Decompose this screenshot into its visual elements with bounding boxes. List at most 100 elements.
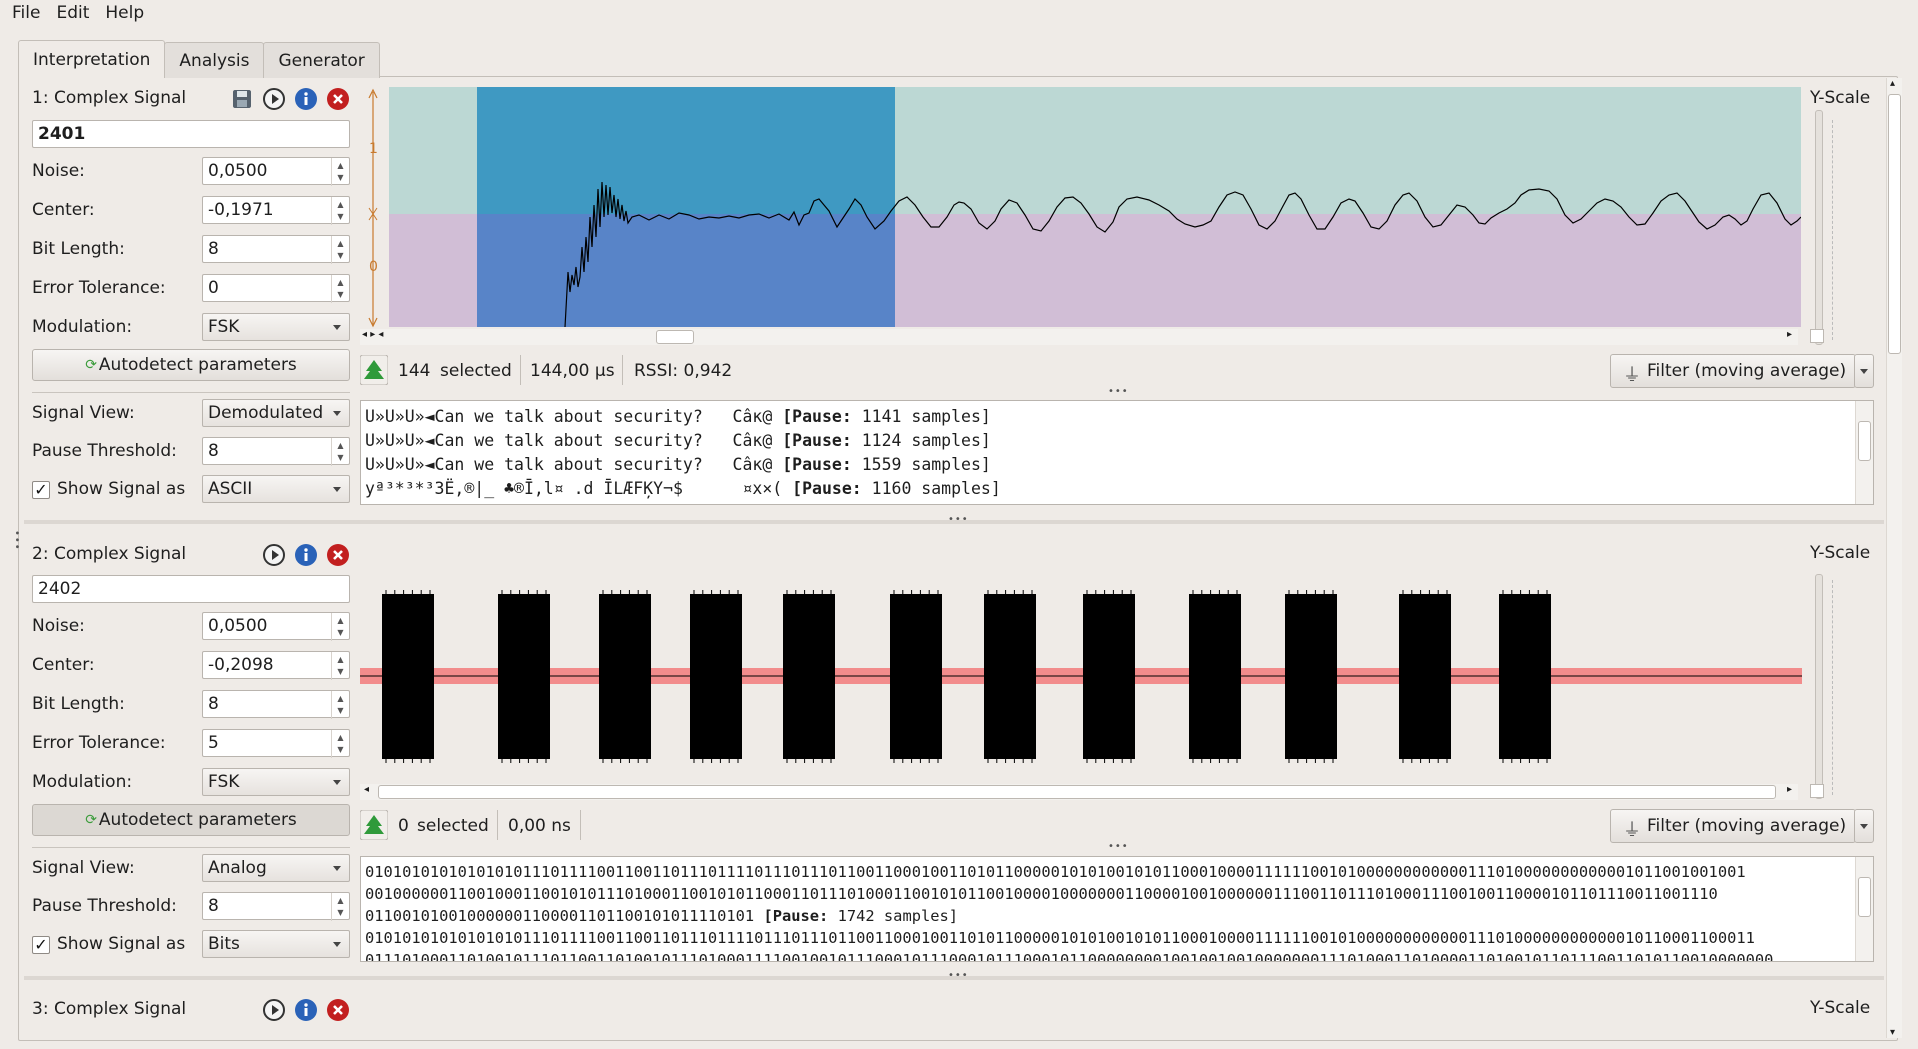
- play-icon[interactable]: [262, 543, 286, 567]
- filter-dropdown[interactable]: [1854, 809, 1874, 843]
- main-vertical-scrollbar[interactable]: ▴ ▾: [1886, 78, 1902, 1038]
- burst-body: [382, 594, 434, 759]
- selection-upper[interactable]: [477, 87, 895, 214]
- signal-view-select[interactable]: Demodulated: [202, 399, 350, 427]
- tab-generator[interactable]: Generator: [263, 42, 380, 78]
- info-icon[interactable]: [294, 998, 318, 1022]
- modulation-select[interactable]: FSK: [202, 313, 350, 341]
- signal-plot[interactable]: [360, 570, 1802, 782]
- filter-button[interactable]: ⏚ Filter (moving average): [1610, 809, 1856, 843]
- line-text: U»U»U»◄Can we talk about security? Câĸ@: [365, 431, 783, 450]
- selection-lower[interactable]: [477, 214, 895, 327]
- pause-threshold-spinbox[interactable]: 8 ▲ ▼: [202, 892, 350, 921]
- scroll-left-icon[interactable]: ◂ ▸ ◂: [362, 329, 383, 340]
- filter-dropdown[interactable]: [1854, 354, 1874, 388]
- modulation-select[interactable]: FSK: [202, 768, 350, 796]
- info-icon[interactable]: [294, 543, 318, 567]
- spin-arrows[interactable]: ▲ ▼: [331, 691, 349, 719]
- tree-icon[interactable]: [360, 355, 388, 385]
- scroll-down-icon[interactable]: ▾: [1890, 1027, 1895, 1038]
- play-icon[interactable]: [262, 998, 286, 1022]
- vertical-scrollbar[interactable]: [1855, 857, 1873, 961]
- autodetect-button[interactable]: ⟳ Autodetect parameters: [32, 804, 350, 836]
- tab-analysis[interactable]: Analysis: [164, 42, 265, 78]
- divider: [32, 392, 350, 393]
- pause-threshold-spinbox[interactable]: 8 ▲ ▼: [202, 437, 350, 466]
- signal-plot[interactable]: [389, 87, 1801, 327]
- yscale-slider[interactable]: [1815, 574, 1823, 799]
- close-icon[interactable]: [326, 543, 350, 567]
- spin-arrows[interactable]: ▲ ▼: [331, 730, 349, 758]
- horizontal-scrollbar[interactable]: ◂ ▸: [360, 784, 1798, 800]
- duration-label: 0,00 ns: [508, 816, 571, 836]
- scrollbar-thumb[interactable]: [1858, 877, 1871, 917]
- show-signal-checkbox[interactable]: ✓: [32, 936, 50, 954]
- spin-arrows[interactable]: ▲ ▼: [331, 158, 349, 186]
- spin-arrows[interactable]: ▲ ▼: [331, 236, 349, 264]
- pause-samples: 1141 samples]: [851, 407, 991, 426]
- signal-view-value: Demodulated: [208, 403, 324, 423]
- close-icon[interactable]: [326, 87, 350, 111]
- signal-view-select[interactable]: Analog: [202, 854, 350, 882]
- yscale-slider[interactable]: [1815, 110, 1823, 345]
- line-text: 0101010101010101011101111001100110111011…: [365, 929, 1755, 947]
- spin-arrows[interactable]: ▲ ▼: [331, 197, 349, 225]
- error-tolerance-spinbox[interactable]: 5 ▲ ▼: [202, 729, 350, 758]
- splitter-grip[interactable]: •••: [1108, 841, 1129, 852]
- scroll-right-icon[interactable]: ▸: [1787, 329, 1792, 340]
- refresh-icon: ⟳: [85, 812, 97, 828]
- signal-name-input[interactable]: 2401: [32, 120, 350, 148]
- show-signal-select[interactable]: Bits: [202, 930, 350, 958]
- save-icon[interactable]: [230, 87, 254, 111]
- protocol-text-view[interactable]: U»U»U»◄Can we talk about security? Câĸ@ …: [360, 400, 1874, 505]
- noise-spinbox[interactable]: 0,0500 ▲ ▼: [202, 157, 350, 186]
- show-signal-value: ASCII: [208, 479, 253, 499]
- vertical-scrollbar[interactable]: [1855, 401, 1873, 504]
- splitter-grip[interactable]: •••: [11, 530, 22, 551]
- noise-spinbox[interactable]: 0,0500 ▲ ▼: [202, 612, 350, 641]
- burst-body: [890, 594, 942, 759]
- burst-body: [1285, 594, 1337, 759]
- scrollbar-thumb[interactable]: [378, 785, 1776, 799]
- show-signal-select[interactable]: ASCII: [202, 475, 350, 503]
- filter-button[interactable]: ⏚ Filter (moving average): [1610, 354, 1856, 388]
- pause-label: [Pause:: [782, 431, 852, 450]
- scroll-up-icon[interactable]: ▴: [1890, 78, 1895, 89]
- spin-arrows[interactable]: ▲ ▼: [331, 438, 349, 466]
- splitter-grip[interactable]: •••: [1108, 386, 1129, 397]
- scroll-left-icon[interactable]: ◂: [364, 784, 369, 795]
- chevron-down-icon: [333, 325, 341, 330]
- spin-arrows[interactable]: ▲ ▼: [331, 613, 349, 641]
- menu-file[interactable]: File: [6, 3, 46, 23]
- spin-arrows[interactable]: ▲ ▼: [331, 893, 349, 921]
- menu-help[interactable]: Help: [99, 3, 150, 23]
- show-signal-checkbox[interactable]: ✓: [32, 481, 50, 499]
- play-icon[interactable]: [262, 87, 286, 111]
- scroll-right-icon[interactable]: ▸: [1787, 784, 1792, 795]
- chevron-down-icon: [333, 780, 341, 785]
- spin-arrows[interactable]: ▲ ▼: [331, 652, 349, 680]
- center-spinbox[interactable]: -0,1971 ▲ ▼: [202, 196, 350, 225]
- info-icon[interactable]: [294, 87, 318, 111]
- close-icon[interactable]: [326, 998, 350, 1022]
- autodetect-button[interactable]: ⟳ Autodetect parameters: [32, 349, 350, 381]
- pause-label: [Pause:: [782, 407, 852, 426]
- text-line: 0101010101010101011101111001100110111011…: [365, 927, 1873, 949]
- protocol-text-view[interactable]: 0101010101010101011101111001100110111011…: [360, 856, 1874, 962]
- bit-length-spinbox[interactable]: 8 ▲ ▼: [202, 690, 350, 719]
- scrollbar-thumb[interactable]: [656, 330, 694, 344]
- spin-arrows[interactable]: ▲ ▼: [331, 275, 349, 303]
- error-tolerance-spinbox[interactable]: 0 ▲ ▼: [202, 274, 350, 303]
- scrollbar-thumb[interactable]: [1858, 421, 1871, 461]
- center-spinbox[interactable]: -0,2098 ▲ ▼: [202, 651, 350, 680]
- tree-icon[interactable]: [360, 810, 388, 840]
- scrollbar-thumb[interactable]: [1888, 94, 1901, 354]
- chevron-down-icon: [1860, 824, 1868, 829]
- horizontal-scrollbar[interactable]: ◂ ▸ ◂ ▸: [360, 329, 1798, 345]
- burst-body: [783, 594, 835, 759]
- signal-header: 1: Complex Signal: [32, 88, 187, 108]
- menu-edit[interactable]: Edit: [50, 3, 95, 23]
- tab-interpretation[interactable]: Interpretation: [18, 40, 166, 78]
- bit-length-spinbox[interactable]: 8 ▲ ▼: [202, 235, 350, 264]
- signal-name-input[interactable]: 2402: [32, 575, 350, 603]
